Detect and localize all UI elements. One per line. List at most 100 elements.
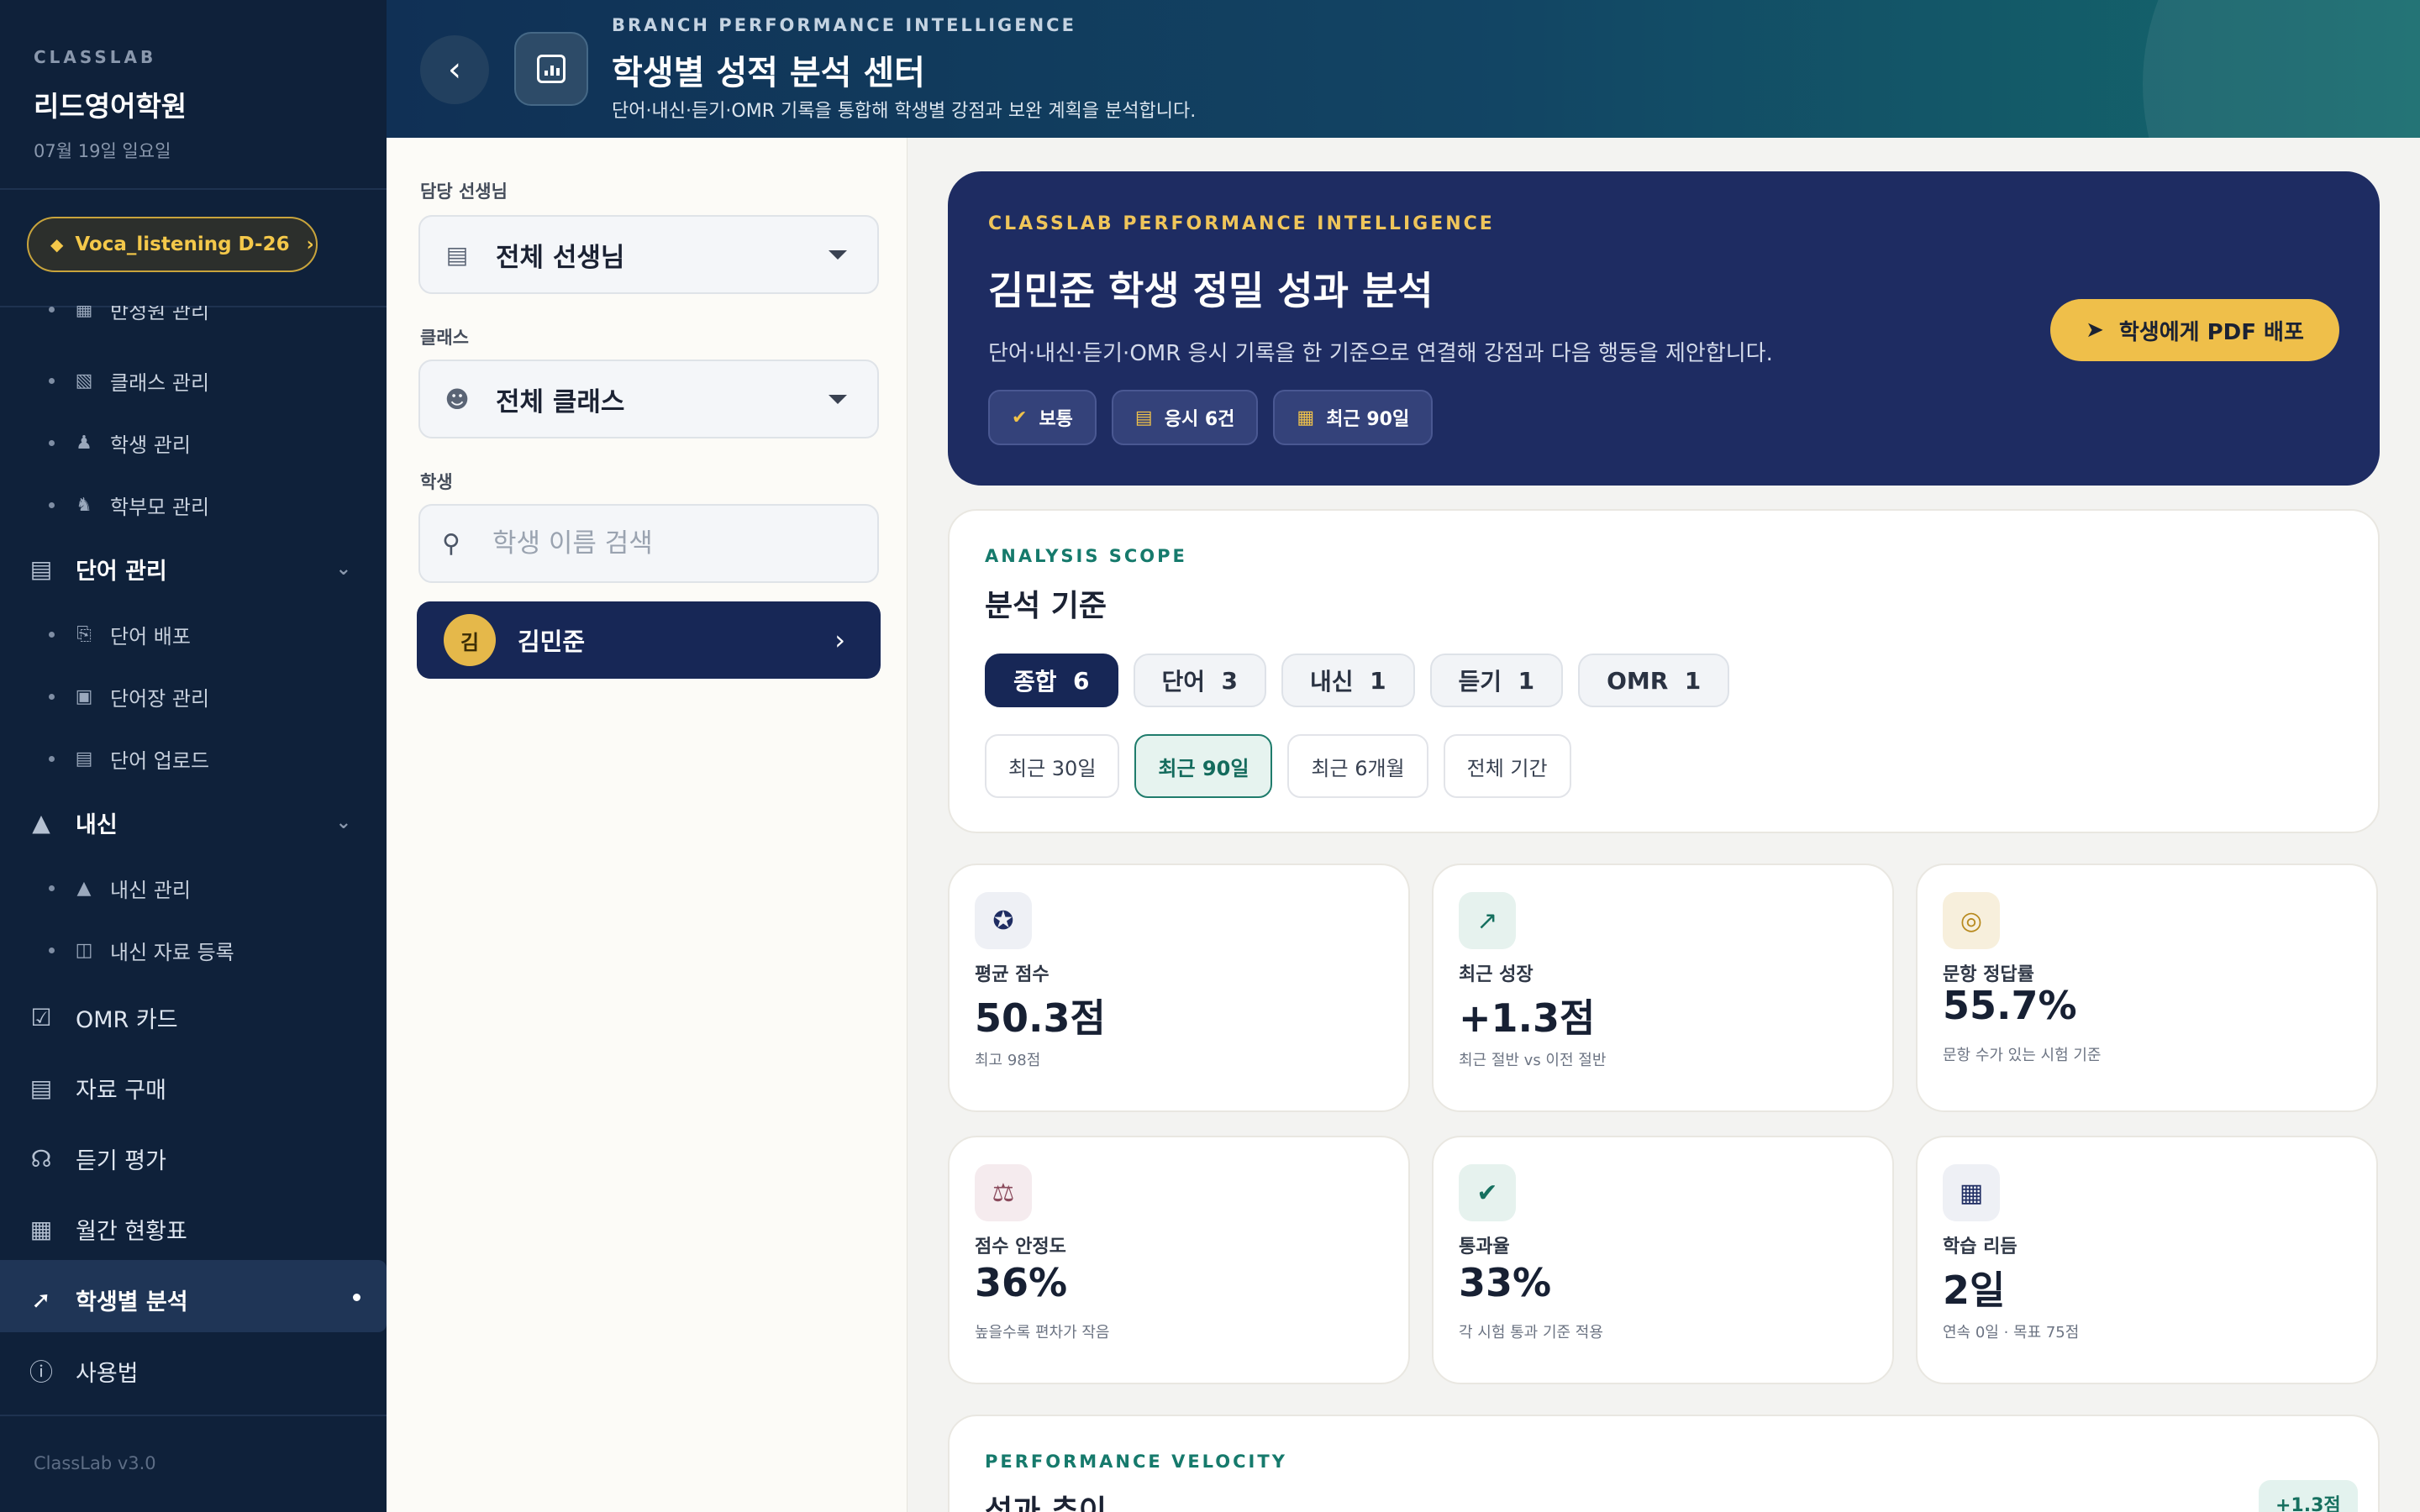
range-pill-all[interactable]: 전체 기간 <box>1443 734 1571 798</box>
sidebar-item-label: 단어 배포 <box>110 625 191 648</box>
sidebar-item-label: 단어 업로드 <box>110 749 210 773</box>
calendar-icon: ▦ <box>29 1215 53 1243</box>
stat-value: 55.7% <box>1943 983 2077 1028</box>
velocity-kicker: PERFORMANCE VELOCITY <box>985 1452 1287 1472</box>
sidebar-group-school[interactable]: ▲ 내신 ⌄ <box>27 806 360 839</box>
stat-label: 통과율 <box>1459 1236 1510 1257</box>
sidebar-item-omr[interactable]: ☑ OMR 카드 <box>27 1001 360 1034</box>
book-icon: ▣ <box>75 686 93 707</box>
sidebar-item-wordbook[interactable]: ▣ 단어장 관리 <box>49 682 209 711</box>
stat-label: 학습 리듬 <box>1943 1236 2018 1257</box>
range-pill-6m[interactable]: 최근 6개월 <box>1287 734 1428 798</box>
list-icon: ▤ <box>1134 407 1153 428</box>
analysis-scope-card: ANALYSIS SCOPE 분석 기준 종합 6 단어 3 내신 1 듣기 1… <box>948 509 2380 833</box>
stat-note: 연속 0일 · 목표 75점 <box>1943 1324 2080 1341</box>
family-icon: ♞ <box>76 495 92 516</box>
sidebar-item-label: 학부모 관리 <box>110 496 210 519</box>
header-kicker: BRANCH PERFORMANCE INTELLIGENCE <box>612 15 1076 35</box>
sidebar-group-label: 단어 관리 <box>76 559 167 585</box>
bullet-icon <box>49 378 55 384</box>
dropdown-arrow-icon <box>829 249 847 260</box>
bullet-icon <box>49 948 55 953</box>
stat-label: 평균 점수 <box>975 964 1050 985</box>
stat-label: 최근 성장 <box>1459 964 1534 985</box>
file-upload-icon: ▤ <box>75 748 93 769</box>
sidebar-item-class[interactable]: ▧ 클래스 관리 <box>49 366 209 396</box>
chevron-down-icon: ⌄ <box>335 559 351 580</box>
distribute-pdf-button[interactable]: ➤ 학생에게 PDF 배포 <box>2050 299 2339 361</box>
stat-card-accuracy: ◎ 문항 정답률 55.7% 문항 수가 있는 시험 기준 <box>1916 864 2378 1112</box>
trend-icon: ➚ <box>31 1286 51 1314</box>
pill-count: 1 <box>1518 666 1535 695</box>
dday-label: Voca_listening D-26 <box>75 234 290 255</box>
current-date: 07월 19일 일요일 <box>34 141 171 161</box>
class-select[interactable]: ☻ 전체 클래스 <box>418 360 879 438</box>
sidebar-item-word-upload[interactable]: ▤ 단어 업로드 <box>49 744 209 774</box>
level-tag: ✔ 보통 <box>988 390 1097 445</box>
back-button[interactable]: ‹ <box>420 35 489 104</box>
sidebar-item-students[interactable]: ♟ 학생 관리 <box>49 428 191 458</box>
type-pill-word[interactable]: 단어 3 <box>1133 654 1267 707</box>
chevron-left-icon: ‹ <box>448 50 461 89</box>
page-title: 학생별 성적 분석 센터 <box>612 54 925 92</box>
attempts-tag: ▤ 응시 6건 <box>1111 390 1259 445</box>
page-subtitle: 단어·내신·듣기·OMR 기록을 통합해 학생별 강점과 보완 계획을 분석합니… <box>612 101 1197 122</box>
sidebar-item-monthly[interactable]: ▦ 월간 현황표 <box>27 1213 360 1246</box>
store-icon: ▤ <box>29 1074 53 1102</box>
stat-card-stability: ⚖ 점수 안정도 36% 높을수록 편차가 작음 <box>948 1136 1410 1384</box>
sidebar-group-words[interactable]: ▤ 단어 관리 ⌄ <box>27 553 360 585</box>
range-pill-90d[interactable]: 최근 90일 <box>1134 734 1273 798</box>
scope-title: 분석 기준 <box>985 589 1107 623</box>
dday-badge[interactable]: ◆ Voca_listening D-26 › <box>27 217 318 272</box>
type-pill-omr[interactable]: OMR 1 <box>1578 654 1730 707</box>
stat-note: 최근 절반 vs 이전 절반 <box>1459 1052 1607 1069</box>
velocity-title: 성과 추이 <box>985 1494 1107 1512</box>
calendar-icon: ▦ <box>1297 407 1315 428</box>
sidebar-item-word-distribute[interactable]: ⎘ 단어 배포 <box>49 620 191 649</box>
type-pill-listening[interactable]: 듣기 1 <box>1429 654 1564 707</box>
avatar: 김 <box>444 614 496 666</box>
stat-card-rhythm: ▦ 학습 리듬 2일 연속 0일 · 목표 75점 <box>1916 1136 2378 1384</box>
stat-card-pass-rate: ✔ 통과율 33% 각 시험 통과 기준 적용 <box>1432 1136 1894 1384</box>
velocity-badge: +1.3점 <box>2259 1480 2358 1512</box>
sidebar-item-label: 반정원 관리 <box>110 306 210 323</box>
help-icon: ⓘ <box>29 1358 53 1386</box>
send-icon: ➤ <box>2086 318 2104 343</box>
student-search-input[interactable] <box>492 528 845 559</box>
hero-tags: ✔ 보통 ▤ 응시 6건 ▦ 최근 90일 <box>988 390 1434 445</box>
brand-kicker: CLASSLAB <box>34 47 157 67</box>
stat-value: +1.3점 <box>1459 995 1596 1041</box>
pill-count: 3 <box>1221 666 1239 695</box>
sidebar-item-help[interactable]: ⓘ 사용법 <box>27 1354 360 1388</box>
type-pill-school[interactable]: 내신 1 <box>1281 654 1415 707</box>
active-indicator-dot <box>353 1294 360 1301</box>
performance-velocity-card: PERFORMANCE VELOCITY 성과 추이 +1.3점 <box>948 1415 2380 1512</box>
sidebar-item-student-analysis[interactable]: ➚ 학생별 분석 <box>27 1284 360 1316</box>
range-pill-30d[interactable]: 최근 30일 <box>985 734 1120 798</box>
sidebar-item-label: 학생 관리 <box>110 433 191 457</box>
sidebar-item-listening[interactable]: ☊ 듣기 평가 <box>27 1142 360 1175</box>
class-icon: ▧ <box>75 370 93 391</box>
sidebar-item-cut[interactable]: ▦ 반정원 관리 <box>49 306 209 331</box>
tag-label: 최근 90일 <box>1326 409 1410 430</box>
student-name: 김민준 <box>518 627 586 656</box>
calendar-icon: ▦ <box>1943 1164 2000 1221</box>
teacher-select[interactable]: ▤ 전체 선생님 <box>418 215 879 294</box>
student-list-item[interactable]: 김 김민준 › <box>417 601 881 679</box>
sidebar-item-parents[interactable]: ♞ 학부모 관리 <box>49 491 209 520</box>
sidebar-item-store[interactable]: ▤ 자료 구매 <box>27 1072 360 1105</box>
library-icon: ▤ <box>29 555 53 583</box>
type-pill-all[interactable]: 종합 6 <box>985 654 1118 707</box>
pill-label: 단어 <box>1161 668 1206 696</box>
sidebar-item-label: 학생별 분석 <box>76 1289 188 1315</box>
student-search[interactable]: ⚲ <box>418 504 879 583</box>
header-decoration <box>2143 0 2420 138</box>
sidebar-item-school-upload[interactable]: ◫ 내신 자료 등록 <box>49 936 234 965</box>
bullet-icon <box>49 632 55 638</box>
pdf-button-label: 학생에게 PDF 배포 <box>2118 319 2304 345</box>
omr-icon: ☑ <box>30 1004 52 1032</box>
hero-title: 김민준 학생 정밀 성과 분석 <box>988 268 1434 313</box>
sidebar-item-school-manage[interactable]: ▲ 내신 관리 <box>49 874 191 903</box>
class-select-value: 전체 클래스 <box>496 386 625 417</box>
teacher-label: 담당 선생님 <box>420 181 508 202</box>
